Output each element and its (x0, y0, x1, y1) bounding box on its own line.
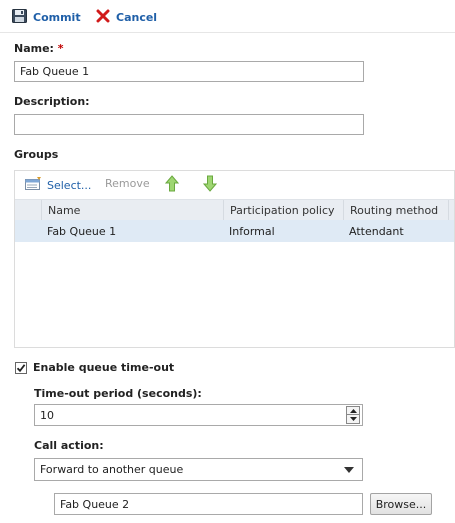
select-label: Select... (47, 179, 92, 192)
row-name-cell: Fab Queue 1 (47, 224, 117, 238)
groups-toolbar: Select... Remove (15, 171, 454, 198)
call-action-value: Forward to another queue (40, 463, 184, 476)
enable-timeout-option[interactable]: Enable queue time-out (15, 361, 174, 374)
column-header-name[interactable]: Name (41, 200, 223, 220)
call-action-label: Call action: (34, 439, 104, 452)
stepper-buttons (346, 406, 360, 424)
groups-panel: Select... Remove Name Participation poli… (14, 170, 455, 348)
chevron-down-icon (349, 417, 357, 421)
name-field[interactable]: Fab Queue 1 (14, 61, 364, 82)
groups-label: Groups (14, 148, 59, 161)
save-disk-icon (12, 9, 27, 26)
move-up-arrow-icon[interactable] (164, 175, 180, 195)
target-queue-value: Fab Queue 2 (60, 497, 130, 511)
target-queue-field[interactable]: Fab Queue 2 (54, 493, 363, 515)
browse-label: Browse... (375, 497, 427, 511)
column-header-participation-policy[interactable]: Participation policy (223, 200, 343, 220)
command-toolbar: Commit Cancel (0, 0, 455, 33)
timeout-period-value: 10 (40, 408, 54, 422)
remove-label: Remove (105, 177, 150, 190)
browse-button[interactable]: Browse... (370, 493, 432, 515)
name-label-text: Name: (14, 42, 54, 55)
timeout-period-stepper[interactable]: 10 (34, 404, 363, 426)
row-routing-cell: Attendant (349, 224, 404, 238)
chevron-up-icon (349, 408, 357, 413)
header-filler (448, 200, 455, 220)
move-down-arrow-icon[interactable] (202, 175, 218, 195)
name-field-value: Fab Queue 1 (20, 65, 90, 78)
stepper-down-button[interactable] (346, 415, 360, 424)
row-participation-cell: Informal (229, 224, 275, 238)
call-action-select[interactable]: Forward to another queue (34, 458, 363, 481)
header-spacer (15, 200, 41, 220)
stepper-up-button[interactable] (346, 406, 360, 415)
close-x-icon (96, 9, 110, 26)
enable-timeout-label: Enable queue time-out (33, 361, 175, 374)
enable-timeout-checkbox[interactable] (15, 361, 27, 374)
select-list-icon (25, 177, 43, 194)
name-label: Name: * (14, 42, 64, 55)
timeout-period-label: Time-out period (seconds): (34, 387, 202, 400)
groups-table-header: Name Participation policy Routing method (15, 199, 454, 221)
commit-button[interactable]: Commit (12, 9, 81, 26)
description-label: Description: (14, 95, 90, 108)
checkmark-icon (16, 363, 26, 372)
required-mark: * (57, 42, 64, 55)
remove-button[interactable]: Remove (105, 177, 150, 190)
cancel-label: Cancel (116, 11, 158, 24)
dropdown-arrow-icon (344, 466, 354, 473)
cancel-button[interactable]: Cancel (96, 9, 157, 26)
column-header-routing-method[interactable]: Routing method (343, 200, 448, 220)
commit-label: Commit (33, 11, 81, 24)
table-row[interactable]: Fab Queue 1 Informal Attendant (15, 220, 454, 242)
description-field[interactable] (14, 114, 364, 135)
select-button[interactable]: Select... (25, 177, 91, 194)
